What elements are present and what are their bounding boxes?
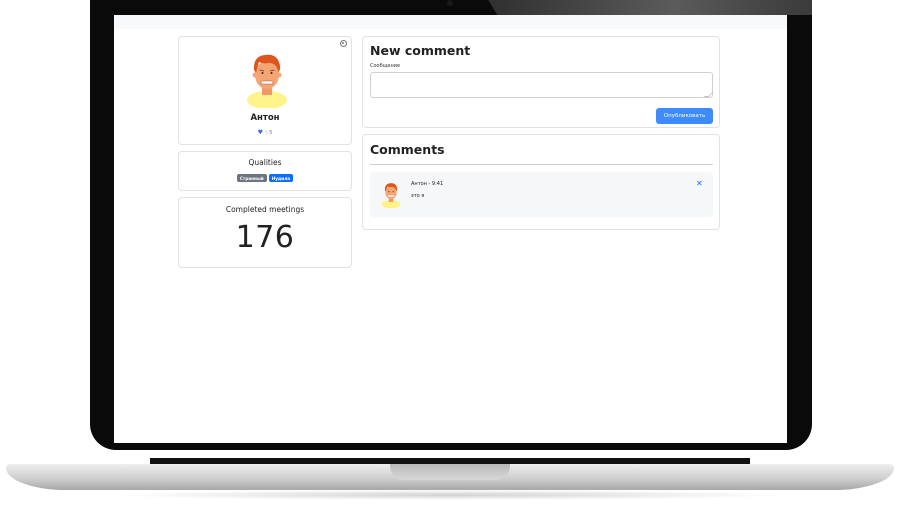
close-icon[interactable]: ✕ (696, 179, 703, 188)
comment-item: Антон - 9:41 это я ✕ (370, 172, 713, 217)
laptop-mockup: Антон ♥ ☝ 5 Qualities Странный Нудила Co… (0, 0, 900, 517)
bezel-glare (470, 0, 812, 15)
qualities-card: Qualities Странный Нудила (178, 151, 352, 191)
laptop-shadow (110, 490, 790, 500)
profile-name: Антон (250, 113, 280, 123)
likes-row: ♥ ☝ 5 (179, 129, 351, 136)
laptop-notch (390, 464, 510, 480)
laptop-screen: Антон ♥ ☝ 5 Qualities Странный Нудила Co… (114, 15, 787, 443)
comments-title: Comments (370, 142, 445, 157)
meetings-count: 176 (235, 220, 295, 255)
comments-card: Comments Антон - 9:41 это я ✕ (362, 134, 720, 230)
new-comment-title: New comment (370, 43, 471, 58)
message-label: Сообщение (370, 63, 401, 69)
qualities-badges: Странный Нудила (179, 174, 351, 182)
avatar (247, 54, 287, 108)
publish-button[interactable]: Опубликовать (656, 108, 713, 124)
message-textarea[interactable] (370, 72, 713, 98)
settings-icon[interactable] (340, 40, 347, 47)
profile-card: Антон ♥ ☝ 5 (178, 36, 352, 145)
divider (370, 164, 713, 165)
likes-count: 5 (269, 130, 273, 136)
quality-badge: Нудила (268, 174, 294, 182)
meetings-title: Completed meetings (225, 205, 305, 214)
comment-text: это я (411, 193, 425, 199)
quality-badge: Странный (236, 174, 267, 182)
qualities-title: Qualities (248, 158, 282, 167)
heart-icon[interactable]: ♥ (258, 129, 263, 136)
new-comment-card: New comment Сообщение Опубликовать (362, 36, 720, 128)
hand-icon[interactable]: ☝ (265, 130, 268, 136)
camera-icon (447, 0, 453, 6)
comment-meta: Антон - 9:41 (411, 181, 444, 187)
comment-avatar (381, 183, 401, 208)
top-bar (114, 15, 787, 29)
meetings-card: Completed meetings 176 (178, 197, 352, 268)
